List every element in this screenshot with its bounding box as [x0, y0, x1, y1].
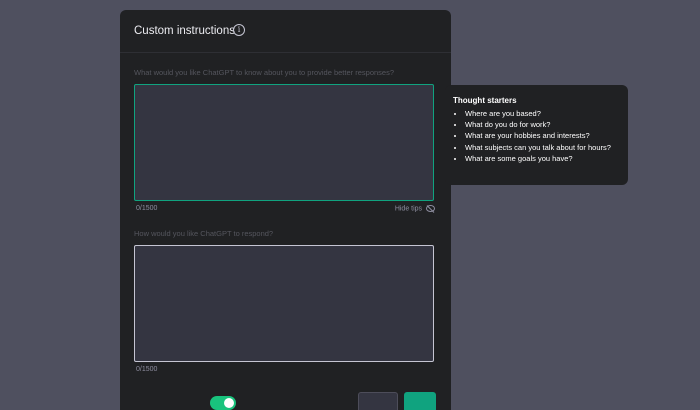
response-style-textarea[interactable] [134, 245, 434, 362]
about-you-label: What would you like ChatGPT to know abou… [134, 68, 395, 77]
thought-starter-item: What are your hobbies and interests? [465, 130, 620, 141]
eye-off-icon [426, 205, 435, 212]
response-style-char-counter: 0/1500 [136, 366, 158, 373]
dialog-header: Custom instructions i [120, 10, 451, 53]
save-button[interactable] [404, 392, 436, 410]
thought-starters-tooltip: Thought starters Where are you based? Wh… [445, 85, 628, 185]
about-you-char-counter: 0/1500 [136, 205, 158, 212]
thought-starter-item: What are some goals you have? [465, 153, 620, 164]
thought-starter-item: What do you do for work? [465, 119, 620, 130]
custom-instructions-dialog: Custom instructions i What would you lik… [120, 10, 451, 410]
thought-starters-list: Where are you based? What do you do for … [453, 108, 620, 164]
thought-starter-item: Where are you based? [465, 108, 620, 119]
dialog-title: Custom instructions [134, 25, 235, 37]
cancel-button[interactable] [358, 392, 398, 410]
enable-for-new-chats-toggle[interactable] [210, 396, 236, 410]
hide-tips-button[interactable]: Hide tips [395, 205, 435, 213]
response-style-label: How would you like ChatGPT to respond? [134, 229, 274, 238]
thought-starter-item: What subjects can you talk about for hou… [465, 142, 620, 153]
about-you-textarea[interactable] [134, 84, 434, 201]
info-icon[interactable]: i [233, 24, 245, 36]
tooltip-title: Thought starters [453, 96, 517, 105]
hide-tips-label: Hide tips [394, 205, 423, 213]
